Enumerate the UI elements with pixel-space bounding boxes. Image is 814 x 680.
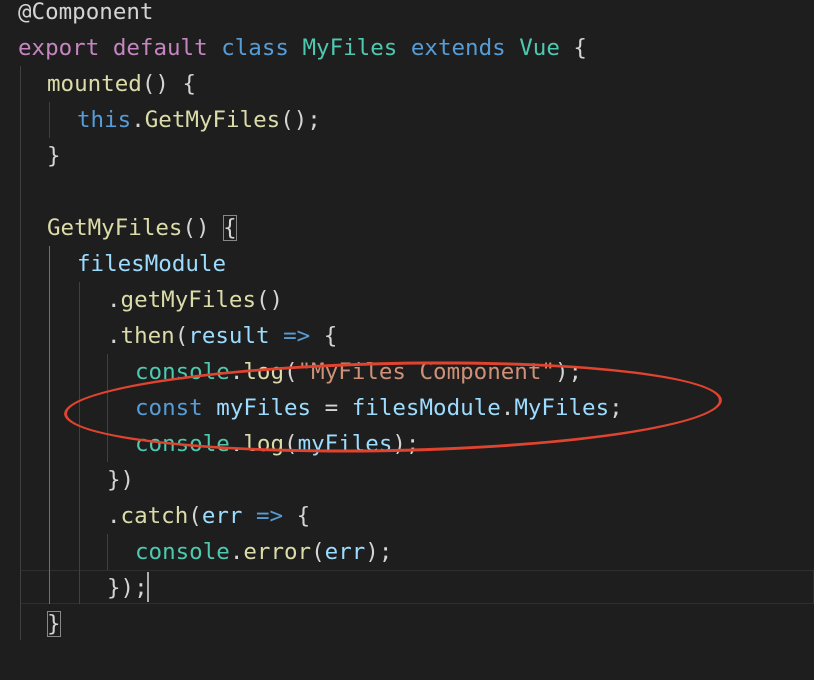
code-token: myFiles: [297, 431, 393, 457]
code-token: );: [365, 539, 393, 565]
code-token: (: [174, 323, 189, 349]
code-token: class: [221, 35, 289, 61]
code-token: GetMyFiles: [47, 215, 183, 241]
code-token: .: [107, 323, 121, 349]
code-token: filesModule: [77, 251, 227, 277]
code-token: );: [554, 359, 583, 385]
matching-bracket: }: [47, 611, 61, 637]
code-line[interactable]: }): [107, 462, 134, 498]
code-token: () {: [141, 71, 197, 97]
code-token: this: [77, 107, 132, 133]
matching-bracket: {: [223, 215, 237, 241]
code-token: (: [311, 539, 325, 565]
code-token: .: [229, 539, 244, 565]
code-token: const: [135, 395, 203, 421]
text-cursor: [147, 572, 149, 602]
code-token: console: [135, 431, 230, 457]
code-line[interactable]: GetMyFiles() {: [47, 210, 237, 246]
code-token: {: [283, 503, 311, 529]
code-token: error: [243, 539, 312, 565]
code-token: log: [243, 359, 285, 385]
code-token: log: [243, 431, 285, 457]
code-line[interactable]: @Component: [18, 0, 153, 30]
code-token: (): [256, 287, 284, 313]
code-line[interactable]: this.GetMyFiles();: [77, 102, 321, 138]
code-token: .: [107, 503, 121, 529]
code-line[interactable]: }: [47, 606, 61, 642]
code-line[interactable]: filesModule: [77, 246, 226, 282]
code-token: (: [188, 503, 202, 529]
code-token: GetMyFiles: [144, 107, 281, 133]
code-line[interactable]: const myFiles = filesModule.MyFiles;: [135, 390, 623, 426]
indent-guide: [20, 66, 21, 640]
code-token: MyFiles: [514, 395, 610, 421]
code-token: .: [107, 287, 121, 313]
code-token: console: [135, 539, 230, 565]
code-line[interactable]: console.log("MyFiles Component");: [135, 354, 582, 390]
code-token: }: [47, 143, 61, 169]
indent-guide: [49, 246, 50, 604]
indent-guide: [107, 534, 108, 570]
code-line[interactable]: .getMyFiles(): [107, 282, 283, 318]
indent-guide: [49, 102, 50, 138]
code-token: err: [201, 503, 243, 529]
code-token: catch: [120, 503, 189, 529]
code-line[interactable]: .then(result => {: [107, 318, 337, 354]
code-editor[interactable]: @Component export default class MyFiles e…: [0, 0, 814, 680]
code-token: myFiles: [216, 395, 312, 421]
code-token: );: [392, 431, 420, 457]
indent-guide: [79, 282, 80, 604]
code-token: then: [120, 323, 175, 349]
indent-guide: [107, 354, 108, 462]
code-token: {: [573, 35, 587, 61]
code-token: @Component: [18, 0, 154, 25]
code-token: ;: [609, 395, 623, 421]
code-token: filesModule: [351, 395, 501, 421]
code-token: extends: [410, 35, 506, 61]
code-token: mounted: [47, 71, 142, 97]
code-token: }): [107, 467, 135, 493]
code-line[interactable]: console.error(err);: [135, 534, 392, 570]
code-token: =: [311, 395, 352, 421]
code-token: getMyFiles: [120, 287, 257, 313]
code-token: =>: [256, 503, 284, 529]
code-token: });: [107, 575, 148, 601]
code-token: {: [310, 323, 338, 349]
code-token: (: [284, 431, 298, 457]
code-token: "MyFiles Component": [297, 359, 555, 385]
code-token: =>: [283, 323, 311, 349]
code-token: console: [135, 359, 230, 385]
code-line[interactable]: mounted() {: [47, 66, 196, 102]
code-token: default: [112, 35, 208, 61]
code-line[interactable]: export default class MyFiles extends Vue…: [18, 30, 587, 66]
code-token: .: [229, 359, 244, 385]
code-token: .: [131, 107, 145, 133]
code-token: err: [324, 539, 366, 565]
code-token: .: [229, 431, 244, 457]
code-token: ();: [280, 107, 321, 133]
code-line[interactable]: .catch(err => {: [107, 498, 310, 534]
code-token: (: [284, 359, 298, 385]
code-line[interactable]: }: [47, 138, 61, 174]
code-token: .: [500, 395, 515, 421]
code-token: result: [188, 323, 270, 349]
code-token: (): [182, 215, 224, 241]
code-token: export: [18, 35, 100, 61]
code-line[interactable]: console.log(myFiles);: [135, 426, 419, 462]
code-token: MyFiles: [302, 35, 398, 61]
code-line[interactable]: });: [107, 570, 148, 606]
code-token: Vue: [519, 35, 560, 61]
